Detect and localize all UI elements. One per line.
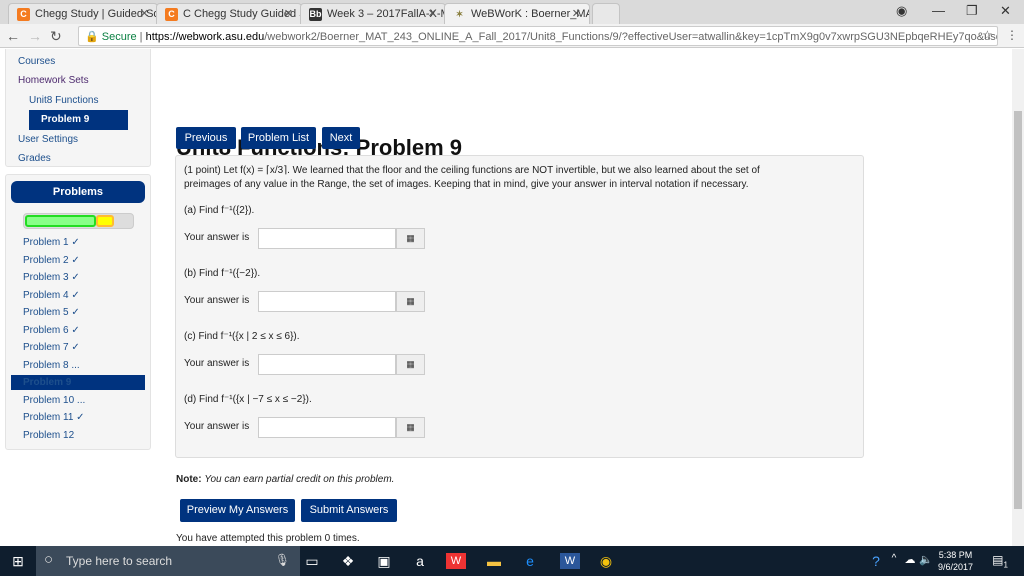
- problem-list-item[interactable]: Problem 3 ✓: [23, 272, 80, 283]
- progress-correct: [25, 215, 97, 227]
- nav-problem-selected[interactable]: Problem 9: [29, 110, 128, 130]
- problem-list-item[interactable]: Problem 11 ✓: [23, 412, 85, 423]
- close-tab-icon[interactable]: ✕: [428, 7, 437, 20]
- problems-heading: Problems: [11, 181, 145, 203]
- bookmark-star-icon[interactable]: ☆: [982, 28, 993, 42]
- answer-label: Your answer is: [184, 295, 250, 306]
- problem-body: (1 point) Let f(x) = ⌈x/3⌉. We learned t…: [175, 155, 864, 458]
- wps-icon[interactable]: W: [446, 553, 466, 569]
- equation-editor-icon[interactable]: ▦: [396, 291, 425, 312]
- page-scrollbar[interactable]: [1012, 49, 1024, 546]
- page-content: Courses Homework Sets Unit8 Functions Pr…: [0, 49, 1012, 546]
- answer-label: Your answer is: [184, 232, 250, 243]
- problem-list-item[interactable]: Problem 8 ...: [23, 360, 80, 371]
- store-icon[interactable]: ▣: [374, 553, 394, 570]
- preview-answers-button[interactable]: Preview My Answers: [180, 499, 295, 522]
- equation-editor-icon[interactable]: ▦: [396, 417, 425, 438]
- windows-start-icon[interactable]: ⊞: [8, 553, 28, 570]
- problem-list-item[interactable]: Problem 1 ✓: [23, 237, 80, 248]
- previous-button[interactable]: Previous: [176, 127, 236, 149]
- problem-intro-line2: preimages of any value in the Range, the…: [184, 179, 749, 190]
- taskbar: ⊞ ○ Type here to search 🎙 ▭ ❖ ▣ a W ▬ e W …: [0, 546, 1024, 576]
- question-part: (c) Find f⁻¹({x | 2 ≤ x ≤ 6}).: [184, 331, 300, 342]
- question-part: (a) Find f⁻¹({2}).: [184, 205, 255, 216]
- webwork-icon: ✶: [455, 9, 464, 19]
- new-tab-button[interactable]: [592, 3, 620, 24]
- chegg-icon: C: [165, 8, 178, 21]
- answer-input[interactable]: [258, 354, 396, 375]
- blackboard-icon: Bb: [309, 8, 322, 21]
- help-icon[interactable]: ?: [866, 553, 886, 569]
- dropbox-icon[interactable]: ❖: [338, 553, 358, 570]
- site-navigation: Courses Homework Sets Unit8 Functions Pr…: [5, 49, 151, 167]
- question-part: (b) Find f⁻¹({−2}).: [184, 268, 261, 279]
- answer-input[interactable]: [258, 228, 396, 249]
- close-tab-icon[interactable]: ✕: [284, 7, 293, 20]
- answer-input[interactable]: [258, 417, 396, 438]
- equation-editor-icon[interactable]: ▦: [396, 228, 425, 249]
- back-icon[interactable]: ←: [6, 28, 20, 44]
- close-window-icon[interactable]: ✕: [1000, 3, 1011, 19]
- file-explorer-icon[interactable]: ▬: [484, 553, 504, 569]
- url-input[interactable]: 🔒 Secure | https://webwork.asu.edu/webwo…: [78, 26, 998, 46]
- close-tab-icon[interactable]: ✕: [140, 7, 149, 20]
- task-view-icon[interactable]: ▭: [302, 553, 322, 570]
- restore-icon[interactable]: ❐: [966, 3, 978, 19]
- tab-bar: C Chegg Study | Guided So ✕ CC Chegg Study…: [0, 0, 1024, 24]
- nav-user-settings[interactable]: User Settings: [18, 134, 78, 145]
- attempts-text: You have attempted this problem 0 times.: [176, 533, 360, 544]
- problem-list-item[interactable]: Problem 2 ✓: [23, 255, 80, 266]
- progress-bar: [23, 213, 134, 229]
- cortana-icon: ○: [44, 551, 54, 568]
- answer-label: Your answer is: [184, 358, 250, 369]
- reload-icon[interactable]: ↻: [50, 28, 62, 45]
- problem-list-item[interactable]: Problem 10 ...: [23, 395, 85, 406]
- amazon-icon[interactable]: a: [410, 553, 430, 569]
- menu-icon[interactable]: ⋮: [1006, 28, 1018, 42]
- word-icon[interactable]: W: [560, 553, 580, 569]
- submit-answers-button[interactable]: Submit Answers: [301, 499, 397, 522]
- taskbar-search[interactable]: ○ Type here to search 🎙: [36, 546, 300, 576]
- problem-list-item[interactable]: Problem 12: [23, 430, 74, 441]
- edge-icon[interactable]: e: [520, 553, 540, 569]
- progress-partial: [96, 215, 115, 227]
- problem-list-button[interactable]: Problem List: [241, 127, 316, 149]
- tab-blackboard[interactable]: Bb Week 3 – 2017FallA-X-M ✕: [300, 3, 446, 24]
- forward-icon[interactable]: →: [28, 28, 42, 44]
- nav-grades[interactable]: Grades: [18, 153, 51, 164]
- question-part: (d) Find f⁻¹({x | −7 ≤ x ≤ −2}).: [184, 394, 312, 405]
- tab-webwork[interactable]: ✶ WeBWorK : Boerner_MAT ✕: [444, 3, 590, 24]
- answer-label: Your answer is: [184, 421, 250, 432]
- chegg-icon: C: [17, 8, 30, 21]
- action-center-icon[interactable]: ▤1: [990, 553, 1010, 569]
- tab-chegg-1[interactable]: C Chegg Study | Guided So ✕: [8, 3, 158, 24]
- problem-list-item[interactable]: Problem 6 ✓: [23, 325, 80, 336]
- nav-homework-sets[interactable]: Homework Sets: [18, 75, 89, 86]
- answer-input[interactable]: [258, 291, 396, 312]
- tab-chegg-2[interactable]: CC Chegg Study Guided S ✕: [156, 3, 302, 24]
- problem-list-item[interactable]: Problem 9: [11, 375, 145, 390]
- volume-icon[interactable]: 🔈: [916, 553, 936, 566]
- equation-editor-icon[interactable]: ▦: [396, 354, 425, 375]
- next-button[interactable]: Next: [322, 127, 360, 149]
- profile-icon[interactable]: ◉: [896, 3, 907, 19]
- nav-courses[interactable]: Courses: [18, 56, 55, 67]
- problems-panel: Problems Problem 1 ✓ Problem 2 ✓ Problem 3…: [5, 174, 151, 450]
- close-tab-icon[interactable]: ✕: [572, 7, 581, 20]
- partial-credit-note: Note: You can earn partial credit on thi…: [176, 474, 395, 485]
- nav-unit[interactable]: Unit8 Functions: [29, 95, 98, 106]
- lock-icon: 🔒: [85, 31, 102, 43]
- chrome-icon[interactable]: ◉: [596, 553, 616, 570]
- problem-list-item[interactable]: Problem 7 ✓: [23, 342, 80, 353]
- clock[interactable]: 5:38 PM 9/6/2017: [938, 549, 973, 573]
- problem-list-item[interactable]: Problem 5 ✓: [23, 307, 80, 318]
- problem-list-item[interactable]: Problem 4 ✓: [23, 290, 80, 301]
- problem-intro-line1: (1 point) Let f(x) = ⌈x/3⌉. We learned t…: [184, 165, 760, 176]
- scrollbar-thumb[interactable]: [1014, 111, 1022, 509]
- microphone-icon[interactable]: 🎙: [275, 553, 290, 567]
- minimize-icon[interactable]: —: [932, 3, 945, 18]
- address-bar: ← → ↻ 🔒 Secure | https://webwork.asu.edu…: [0, 24, 1024, 48]
